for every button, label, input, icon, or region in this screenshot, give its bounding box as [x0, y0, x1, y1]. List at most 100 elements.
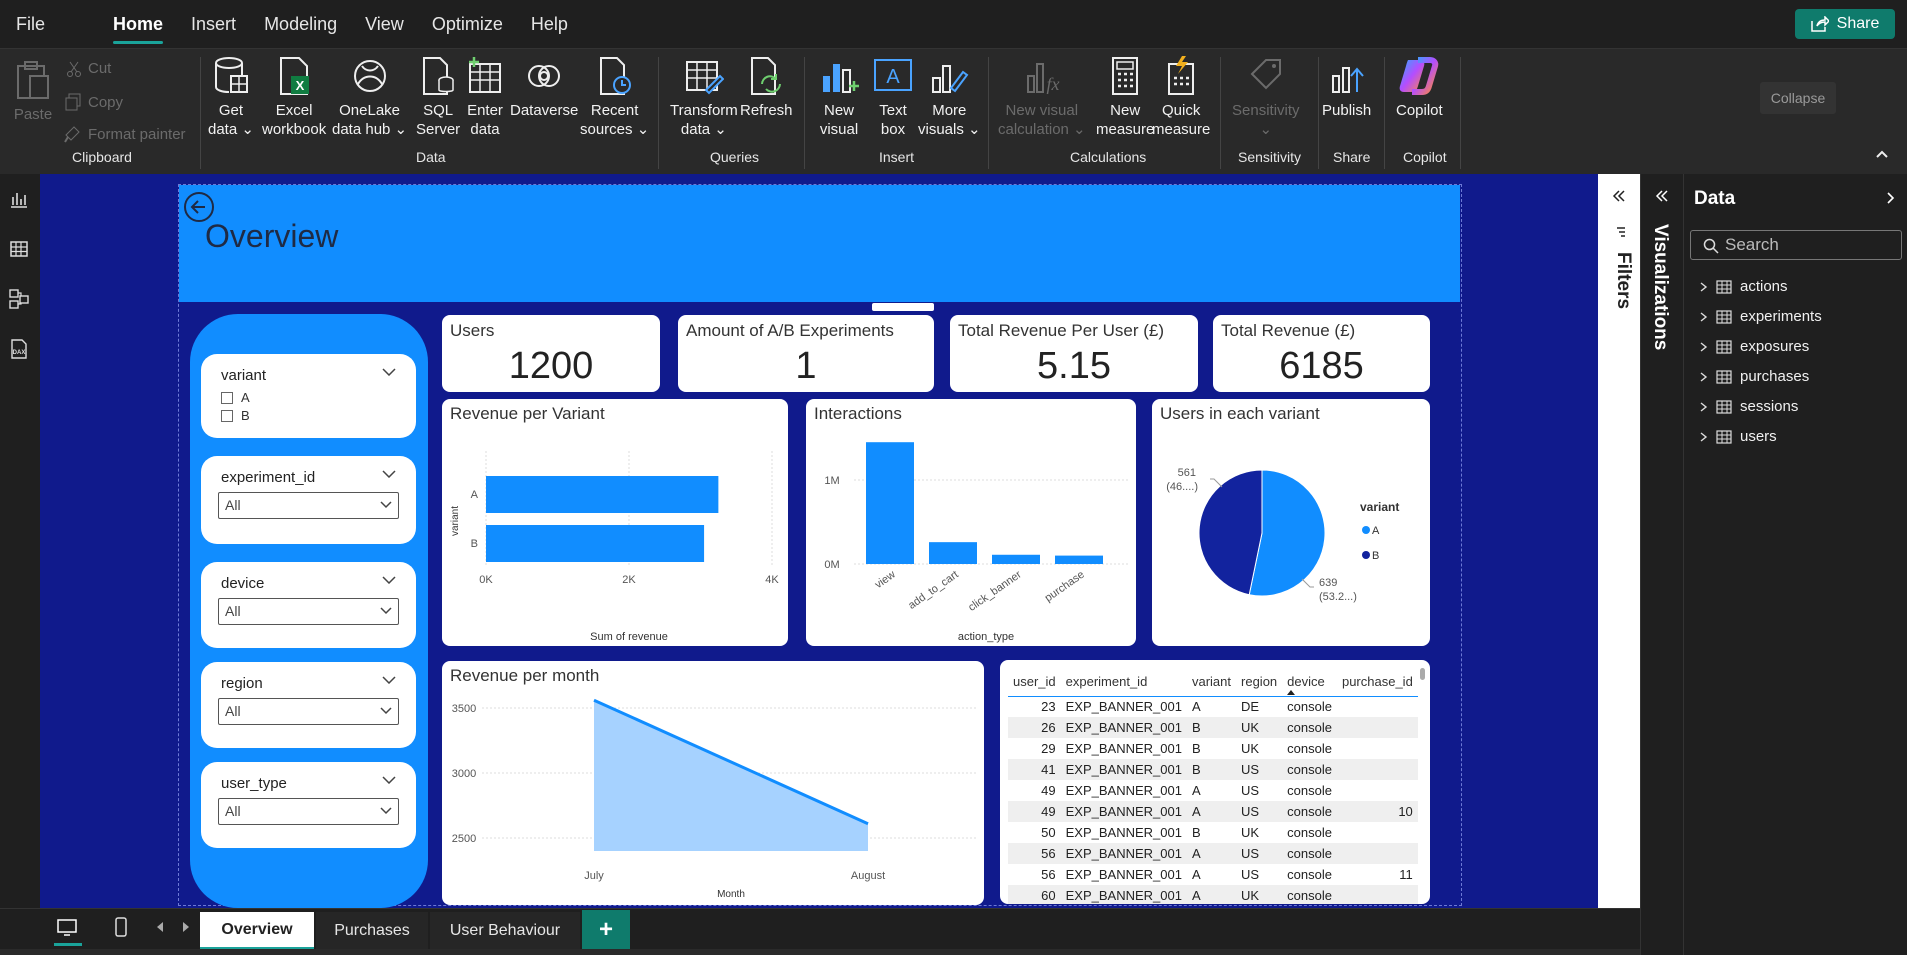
- chart-revenue-per-variant[interactable]: Revenue per Variant 0K 2K 4K A B Sum of reven…: [442, 399, 788, 646]
- model-view-button[interactable]: [4, 284, 34, 314]
- enter-data-button[interactable]: Enter data: [464, 55, 506, 139]
- paste-button[interactable]: Paste: [12, 59, 54, 124]
- data-search-input[interactable]: Search: [1690, 230, 1902, 260]
- desktop-layout-icon[interactable]: [56, 918, 78, 938]
- more-visuals-button[interactable]: More visuals ⌄: [918, 55, 981, 139]
- table-row[interactable]: 49 EXP_BANNER_001 A US console: [1008, 780, 1418, 801]
- cut-button[interactable]: Cut: [66, 60, 111, 77]
- add-page-button[interactable]: +: [582, 910, 630, 950]
- excel-workbook-button[interactable]: X Excel workbook: [262, 55, 326, 139]
- column-header-experiment-id[interactable]: experiment_id: [1060, 668, 1187, 697]
- table-cell: EXP_BANNER_001: [1060, 801, 1187, 822]
- data-table-users[interactable]: users: [1700, 428, 1777, 445]
- menu-view[interactable]: View: [365, 0, 404, 48]
- format-painter-button[interactable]: Format painter: [64, 125, 186, 143]
- chevron-down-icon[interactable]: [382, 776, 396, 784]
- chevron-down-icon[interactable]: [382, 368, 396, 376]
- table-scrollbar[interactable]: [1420, 668, 1425, 680]
- table-row[interactable]: 56 EXP_BANNER_001 A US console 11: [1008, 864, 1418, 885]
- chart-interactions[interactable]: Interactions 1M 0M view add_to_cart click_ba…: [806, 399, 1136, 646]
- tab-overview[interactable]: Overview: [200, 912, 314, 950]
- data-table-sessions[interactable]: sessions: [1700, 398, 1798, 415]
- checkbox[interactable]: [221, 391, 233, 404]
- tab-user-behaviour[interactable]: User Behaviour: [430, 912, 580, 950]
- share-button[interactable]: Share: [1795, 9, 1895, 39]
- card-users[interactable]: Users 1200: [442, 315, 660, 392]
- copy-button[interactable]: Copy: [64, 93, 123, 111]
- table-row[interactable]: 49 EXP_BANNER_001 A US console 10: [1008, 801, 1418, 822]
- chevron-down-icon[interactable]: [382, 676, 396, 684]
- table-cell: B: [1191, 741, 1201, 756]
- table-row[interactable]: 26 EXP_BANNER_001 B UK console: [1008, 717, 1418, 738]
- recent-sources-button[interactable]: Recent sources ⌄: [580, 55, 649, 139]
- menu-file[interactable]: File: [16, 0, 45, 48]
- menu-help[interactable]: Help: [531, 0, 568, 48]
- menu-insert[interactable]: Insert: [191, 0, 236, 48]
- dax-query-view-button[interactable]: DAX: [4, 334, 34, 364]
- table-row[interactable]: 60 EXP_BANNER_001 A UK console: [1008, 885, 1418, 904]
- table-view-button[interactable]: [4, 234, 34, 264]
- table-row[interactable]: 56 EXP_BANNER_001 A US console: [1008, 843, 1418, 864]
- data-table-exposures[interactable]: exposures: [1700, 338, 1809, 355]
- column-header-user-id[interactable]: user_id: [1008, 668, 1061, 697]
- publish-button[interactable]: Publish: [1322, 55, 1371, 120]
- expand-filters-icon[interactable]: [1612, 190, 1626, 202]
- slicer-option-b[interactable]: B: [221, 408, 250, 423]
- column-header-device[interactable]: device: [1282, 668, 1337, 697]
- report-view-button[interactable]: [4, 184, 34, 214]
- collapse-data-pane-icon[interactable]: [1884, 192, 1896, 204]
- copilot-button[interactable]: Copilot: [1396, 55, 1443, 120]
- menu-optimize[interactable]: Optimize: [432, 0, 503, 48]
- data-table-actions[interactable]: actions: [1700, 278, 1788, 295]
- text-box-button[interactable]: A Text box: [872, 55, 914, 139]
- next-page-icon[interactable]: [182, 922, 190, 932]
- sql-server-button[interactable]: SQL Server: [416, 55, 460, 139]
- slicer-option-a[interactable]: A: [221, 390, 250, 405]
- new-visual-button[interactable]: New visual: [818, 55, 860, 139]
- cut-label: Cut: [88, 60, 112, 77]
- chart-users-in-variant[interactable]: Users in each variant 639 (53.2...) 561 (46…: [1152, 399, 1430, 646]
- column-header-variant[interactable]: variant: [1186, 668, 1237, 697]
- table-row[interactable]: 23 EXP_BANNER_001 A DE console: [1008, 696, 1418, 717]
- table-row[interactable]: 29 EXP_BANNER_001 B UK console: [1008, 738, 1418, 759]
- region-dropdown[interactable]: All: [218, 698, 399, 725]
- table-row[interactable]: 41 EXP_BANNER_001 B US console: [1008, 759, 1418, 780]
- user-type-dropdown[interactable]: All: [218, 798, 399, 825]
- data-table-experiments[interactable]: experiments: [1700, 308, 1822, 325]
- horizontal-scrollbar[interactable]: [0, 949, 1640, 955]
- search-placeholder: Search: [1725, 235, 1779, 254]
- collapse-ribbon-icon[interactable]: [1875, 149, 1889, 159]
- chevron-down-icon[interactable]: [382, 576, 396, 584]
- sensitivity-button[interactable]: Sensitivity ⌄: [1232, 55, 1300, 139]
- card-total-revenue[interactable]: Total Revenue (£) 6185: [1213, 315, 1430, 392]
- experiment-id-dropdown[interactable]: All: [218, 492, 399, 519]
- table-row[interactable]: 50 EXP_BANNER_001 B UK console: [1008, 822, 1418, 843]
- onelake-button[interactable]: OneLake data hub ⌄: [332, 55, 407, 139]
- menu-modeling[interactable]: Modeling: [264, 0, 337, 48]
- quick-measure-button[interactable]: Quick measure: [1152, 55, 1210, 139]
- data-table-purchases[interactable]: purchases: [1700, 368, 1809, 385]
- onelake-label-2: data hub ⌄: [332, 121, 408, 138]
- device-dropdown[interactable]: All: [218, 598, 399, 625]
- column-header-purchase-id[interactable]: purchase_id: [1336, 668, 1418, 697]
- refresh-button[interactable]: Refresh: [740, 55, 793, 120]
- prev-page-icon[interactable]: [156, 922, 164, 932]
- tab-purchases[interactable]: Purchases: [316, 912, 428, 950]
- excel-label-2: workbook: [262, 121, 327, 138]
- new-measure-button[interactable]: New measure: [1096, 55, 1154, 139]
- mobile-layout-icon[interactable]: [114, 916, 128, 938]
- new-visual-calculation-button[interactable]: fx New visual calculation ⌄: [998, 55, 1086, 139]
- data-table[interactable]: user_id experiment_id variant region device p…: [1000, 660, 1430, 904]
- card-revenue-per-user[interactable]: Total Revenue Per User (£) 5.15: [950, 315, 1198, 392]
- dataverse-button[interactable]: Dataverse: [510, 55, 578, 120]
- expand-visualizations-icon[interactable]: [1655, 190, 1669, 202]
- table-cell: console: [1287, 741, 1332, 756]
- get-data-button[interactable]: Get data ⌄: [208, 55, 254, 139]
- chart-revenue-per-month[interactable]: Revenue per month 3500 3000 2500 July August…: [442, 661, 984, 905]
- transform-data-button[interactable]: Transform data ⌄: [670, 55, 738, 139]
- menu-home[interactable]: Home: [113, 0, 164, 48]
- checkbox[interactable]: [221, 409, 233, 422]
- card-experiments[interactable]: Amount of A/B Experiments 1: [678, 315, 934, 392]
- chevron-down-icon[interactable]: [382, 470, 396, 478]
- column-header-region[interactable]: region: [1236, 668, 1283, 697]
